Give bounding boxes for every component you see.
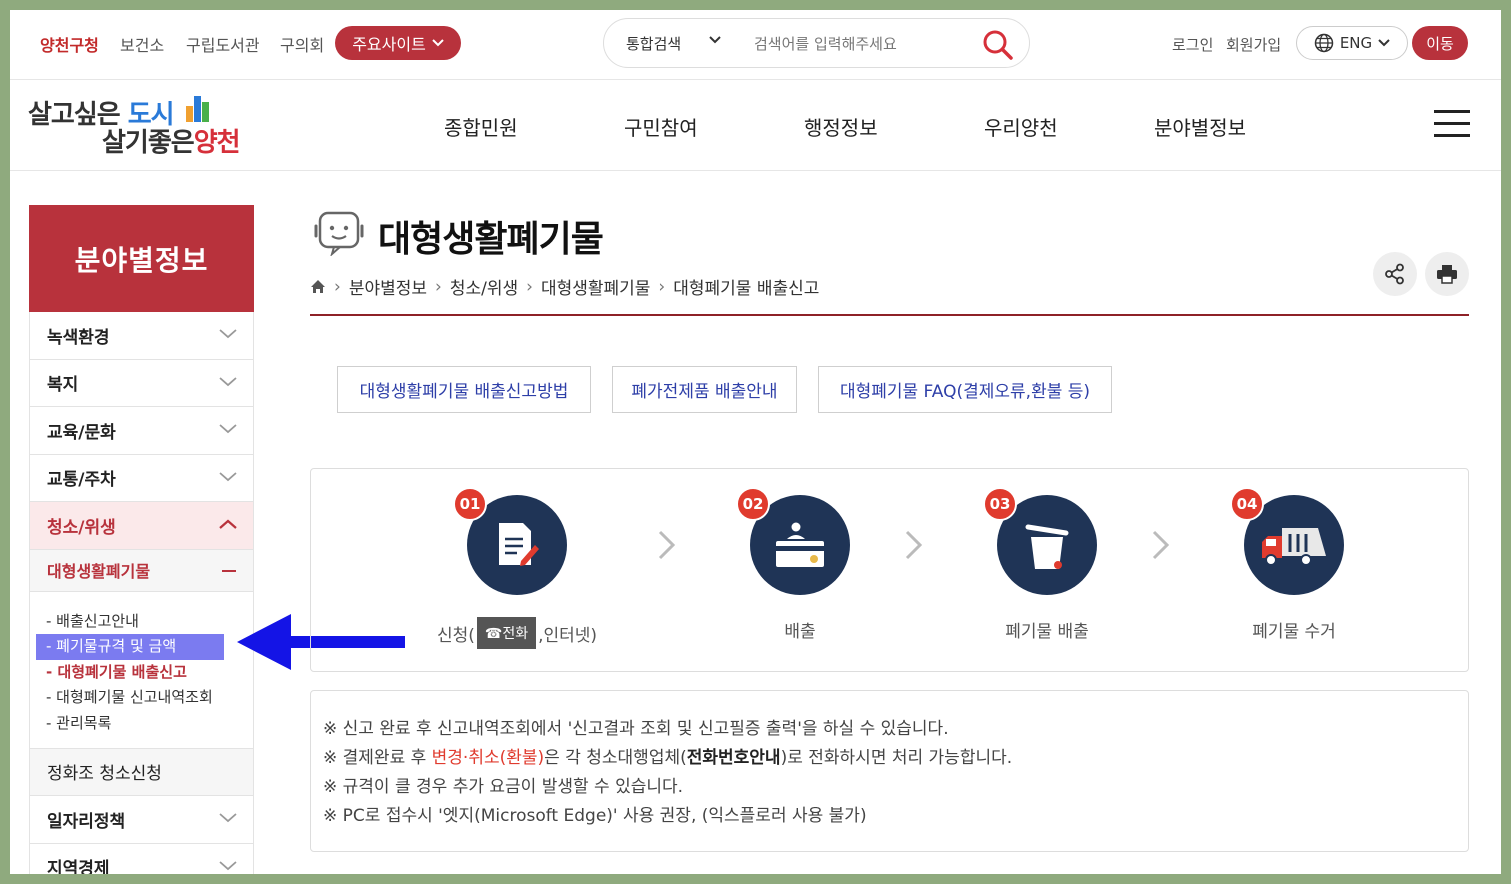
share-icon — [1385, 263, 1404, 285]
notice-line: ※ 규격이 클 경우 추가 요금이 발생할 수 있습니다. — [323, 777, 684, 797]
link-council[interactable]: 구의회 — [280, 32, 324, 56]
chevron-up-icon — [219, 519, 237, 529]
title-divider — [310, 314, 1469, 316]
notice-line: ※ 결제완료 후 변경·취소(환불)은 각 청소대행업체(전화번호안내)로 전화… — [323, 748, 1013, 768]
chevron-down-icon — [219, 424, 237, 434]
gnb-item-field-info[interactable]: 분야별정보 — [1154, 112, 1246, 141]
sidebar-link-spec-price[interactable]: - 폐기물규격 및 금액 — [36, 634, 224, 660]
gnb-item-administration[interactable]: 행정정보 — [804, 112, 878, 141]
garbage-truck-icon — [1262, 528, 1326, 566]
join-link[interactable]: 회원가입 — [1226, 34, 1281, 55]
major-sites-label: 주요사이트 — [352, 35, 426, 54]
sidebar-item-septic[interactable]: 정화조 청소신청 — [29, 748, 254, 796]
sidebar-subitem-bulky-waste[interactable]: 대형생활폐기물 — [29, 549, 254, 592]
phone-guide-link[interactable]: 전화번호안내 — [687, 748, 781, 768]
sidebar-item-green-env[interactable]: 녹색환경 — [29, 312, 254, 360]
sidebar-title: 분야별정보 — [29, 205, 254, 312]
language-select[interactable]: ENG — [1296, 26, 1408, 60]
chevron-down-icon — [219, 329, 237, 339]
gnb-item-participation[interactable]: 구민참여 — [624, 112, 698, 141]
document-pen-icon — [499, 523, 539, 566]
print-icon — [1437, 265, 1457, 284]
breadcrumb-separator-icon: › — [658, 276, 666, 297]
print-button[interactable] — [1425, 252, 1469, 296]
breadcrumb-item[interactable]: 대형폐기물 배출신고 — [673, 274, 819, 299]
chevron-down-icon — [219, 471, 237, 481]
tab-faq[interactable]: 대형폐기물 FAQ(결제오류,환불 등) — [818, 366, 1112, 413]
top-utility-bar: 양천구청 보건소 구립도서관 구의회 주요사이트 통합검색 로그인 회원가입 E… — [10, 10, 1501, 80]
chevron-right-icon — [658, 530, 676, 560]
site-header: 살고싶은 도시 살기좋은양천 종합민원 구민참여 행정정보 우리양천 분야별정보 — [10, 80, 1501, 171]
step-number-badge: 04 — [1230, 487, 1264, 521]
tab-appliance-guide[interactable]: 폐가전제품 배출안내 — [612, 366, 797, 413]
sidebar-link-manage[interactable]: - 관리목록 — [46, 711, 253, 737]
step-label: 폐기물 수거 — [1252, 622, 1336, 642]
link-yangcheon-office[interactable]: 양천구청 — [40, 32, 99, 56]
sidebar-link-history[interactable]: - 대형폐기물 신고내역조회 — [46, 685, 253, 711]
notice-line: ※ 신고 완료 후 신고내역조회에서 '신고결과 조회 및 신고필증 출력'을 … — [323, 719, 949, 739]
step-label: 배출 — [784, 622, 816, 642]
chevron-down-icon — [432, 39, 444, 47]
chevron-right-icon — [905, 530, 923, 560]
browser-frame: 양천구청 보건소 구립도서관 구의회 주요사이트 통합검색 로그인 회원가입 E… — [10, 10, 1501, 874]
search-icon[interactable] — [982, 29, 1014, 61]
building-icon — [186, 96, 209, 122]
chevron-down-icon — [219, 860, 237, 870]
tab-report-method[interactable]: 대형생활폐기물 배출신고방법 — [337, 366, 591, 413]
link-library[interactable]: 구립도서관 — [186, 32, 260, 56]
go-button[interactable]: 이동 — [1412, 26, 1468, 60]
step-label: 신청(☎전화 ,인터넷) — [417, 617, 617, 649]
hamburger-menu-icon[interactable] — [1434, 110, 1470, 140]
search-input[interactable] — [754, 31, 974, 57]
sidebar-item-jobs[interactable]: 일자리정책 — [29, 796, 254, 844]
language-label: ENG — [1339, 34, 1373, 52]
chevron-down-icon — [219, 813, 237, 823]
chevron-right-icon — [1152, 530, 1170, 560]
sidebar-item-economy[interactable]: 지역경제 — [29, 843, 254, 874]
process-steps: 01 신청(☎전화 ,인터넷) 02 배출 03 폐기물 배출 04 폐기물 수거 — [310, 468, 1469, 672]
breadcrumb-separator-icon: › — [435, 276, 442, 297]
breadcrumb-separator-icon: › — [334, 276, 341, 297]
breadcrumb-item[interactable]: 분야별정보 — [349, 274, 427, 299]
sidebar-sublinks: - 배출신고안내 - 폐기물규격 및 금액 - 대형폐기물 배출신고 - 대형폐… — [29, 591, 254, 749]
breadcrumb: › 분야별정보 › 청소/위생 › 대형생활폐기물 › 대형폐기물 배출신고 — [310, 274, 819, 299]
search-scope-select[interactable]: 통합검색 — [626, 33, 681, 54]
sidebar-link-report[interactable]: - 대형폐기물 배출신고 — [46, 660, 253, 686]
sidebar-link-guide[interactable]: - 배출신고안내 — [46, 609, 253, 635]
step-number-badge: 01 — [453, 487, 487, 521]
page-title: 대형생활폐기물 — [378, 219, 604, 260]
chevron-down-icon — [1378, 39, 1390, 47]
trash-bin-icon — [1025, 524, 1069, 569]
chat-bot-icon — [314, 211, 364, 256]
sidebar: 분야별정보 녹색환경 복지 교육/문화 교통/주차 청소/위생 대형생활폐기물 … — [29, 205, 254, 874]
breadcrumb-item[interactable]: 대형생활폐기물 — [541, 274, 650, 299]
minus-icon — [222, 569, 236, 572]
sidebar-item-welfare[interactable]: 복지 — [29, 359, 254, 407]
sidebar-item-education[interactable]: 교육/문화 — [29, 407, 254, 455]
sidebar-item-traffic[interactable]: 교통/주차 — [29, 454, 254, 502]
breadcrumb-separator-icon: › — [526, 276, 533, 297]
login-link[interactable]: 로그인 — [1172, 34, 1213, 55]
step-number-badge: 03 — [983, 487, 1017, 521]
home-icon[interactable] — [310, 279, 326, 294]
chevron-down-icon[interactable] — [708, 35, 722, 45]
globe-icon — [1314, 33, 1334, 53]
site-logo[interactable]: 살고싶은 도시 살기좋은양천 — [28, 92, 258, 158]
phone-badge[interactable]: ☎전화 — [476, 617, 537, 649]
gnb-item-civil-service[interactable]: 종합민원 — [444, 112, 518, 141]
search-box: 통합검색 — [603, 18, 1030, 68]
logo-line-2: 살기좋은양천 — [102, 128, 241, 158]
sidebar-item-cleaning[interactable]: 청소/위생 — [29, 502, 254, 550]
notice-box: ※ 신고 완료 후 신고내역조회에서 '신고결과 조회 및 신고필증 출력'을 … — [310, 690, 1469, 852]
major-sites-button[interactable]: 주요사이트 — [335, 26, 461, 60]
chevron-down-icon — [219, 376, 237, 386]
step-label: 폐기물 배출 — [1005, 622, 1089, 642]
gnb-item-our-yangcheon[interactable]: 우리양천 — [984, 112, 1058, 141]
share-button[interactable] — [1373, 252, 1417, 296]
link-health-center[interactable]: 보건소 — [120, 32, 164, 56]
card-payment-icon — [776, 522, 824, 567]
breadcrumb-item[interactable]: 청소/위생 — [450, 274, 518, 299]
step-number-badge: 02 — [736, 487, 770, 521]
notice-line: ※ PC로 접수시 '엣지(Microsoft Edge)' 사용 권장, (익… — [323, 806, 867, 826]
